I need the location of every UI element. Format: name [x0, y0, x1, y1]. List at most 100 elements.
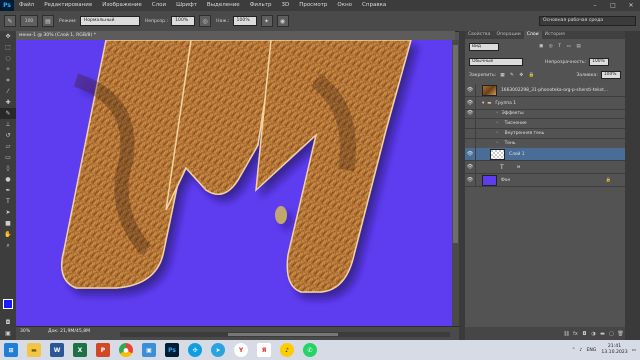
menu-help[interactable]: Справка [357, 0, 391, 11]
powerpoint-icon[interactable]: P [96, 343, 110, 357]
hand-tool-icon[interactable]: ✋ [0, 229, 16, 240]
excel-icon[interactable]: X [73, 343, 87, 357]
layer-row-fur-image[interactable]: 👁 1663002298_31-phonoteka-org-p-shersti-… [465, 84, 625, 97]
effect-eye-icon[interactable]: ◦ [496, 121, 499, 126]
effect-eye-icon[interactable]: ◦ [496, 131, 499, 136]
dodge-icon[interactable]: ● [0, 174, 16, 185]
clock[interactable]: 21:41 13.10.2023 [601, 344, 627, 356]
opacity-input[interactable]: 100% [171, 16, 196, 26]
minimize-icon[interactable]: – [586, 0, 604, 11]
crop-tool-icon[interactable]: ⌗ [0, 75, 16, 86]
maximize-icon[interactable]: □ [604, 0, 622, 11]
effect-name[interactable]: Эффекты [502, 111, 524, 116]
visibility-eye-icon[interactable]: 👁 [465, 148, 476, 160]
layer-row-layer1-selected[interactable]: 👁 Слой 1 [465, 148, 625, 161]
network-icon[interactable]: ✣ [188, 343, 202, 357]
history-brush-icon[interactable]: ↺ [0, 130, 16, 141]
effect-name[interactable]: Тиснение [505, 121, 527, 126]
filter-icons[interactable]: ▣ ◎ T ▭ ▤ [539, 44, 583, 49]
clone-stamp-icon[interactable]: ⊥ [0, 119, 16, 130]
lasso-tool-icon[interactable]: ◌ [0, 53, 16, 64]
quick-mask-icon[interactable]: ◘ [0, 317, 16, 328]
layer-opacity-input[interactable]: 100% [589, 58, 610, 66]
layer-name[interactable]: Группа 1 [495, 101, 516, 106]
gradient-icon[interactable]: ▭ [0, 152, 16, 163]
blend-mode-select[interactable]: Обычные [469, 58, 523, 66]
new-layer-icon[interactable]: ▢ [607, 329, 616, 338]
visibility-eye-icon[interactable]: 👁 [465, 108, 476, 118]
airbrush-icon[interactable]: ✦ [260, 15, 273, 27]
path-select-icon[interactable]: ➤ [0, 207, 16, 218]
language-indicator[interactable]: ENG [586, 348, 596, 353]
mode-select[interactable]: Нормальный [79, 16, 140, 26]
volume-icon[interactable]: ♪ [580, 348, 583, 353]
pressure-opacity-icon[interactable]: ◎ [199, 15, 212, 27]
lock-icons[interactable]: ▦ ✎ ✥ 🔒 [500, 73, 536, 78]
yandex-music-icon[interactable]: ♪ [280, 343, 294, 357]
effect-name[interactable]: Внутренняя тень [505, 131, 545, 136]
menu-select[interactable]: Выделение [202, 0, 245, 11]
notifications-icon[interactable]: ▭ [632, 348, 636, 353]
tab-properties[interactable]: Свойства [465, 31, 493, 39]
yandex-browser-icon[interactable]: Я [257, 343, 271, 357]
brush-size-picker[interactable]: 100 [20, 15, 38, 27]
healing-brush-icon[interactable]: ✚ [0, 97, 16, 108]
photoshop-icon[interactable]: Ps [165, 343, 179, 357]
marquee-tool-icon[interactable]: ⬚ [0, 42, 16, 53]
expand-arrow-icon[interactable]: ▾ [482, 101, 484, 106]
screen-mode-icon[interactable]: ▣ [0, 328, 16, 339]
link-icon[interactable]: ⛓ [562, 329, 571, 338]
layer-name[interactable]: м [517, 165, 520, 170]
horizontal-scroll-thumb[interactable] [228, 333, 338, 336]
menu-3d[interactable]: 3D [276, 0, 294, 11]
trash-icon[interactable]: 🗑 [616, 329, 625, 338]
visibility-eye-icon[interactable]: 👁 [465, 84, 476, 96]
menu-file[interactable]: Файл [14, 0, 39, 11]
chrome-icon[interactable]: ● [119, 343, 133, 357]
layer-name[interactable]: 1663002298_31-phonoteka-org-p-shersti-te… [501, 88, 608, 93]
telegram-icon[interactable]: ➤ [211, 343, 225, 357]
tab-history[interactable]: История [542, 31, 568, 39]
shape-tool-icon[interactable]: ■ [0, 218, 16, 229]
effects-eye-icon[interactable]: ◦ [496, 111, 499, 116]
visibility-eye-icon[interactable]: 👁 [465, 161, 476, 173]
document-tab[interactable]: мени-1 @ 30% (Слой 1, RGB/8) * [16, 31, 455, 40]
fx-icon[interactable]: fx [571, 329, 580, 338]
file-explorer-icon[interactable]: ▬ [27, 343, 41, 357]
vertical-scroll-thumb[interactable] [453, 45, 458, 243]
tray-arrow-icon[interactable]: ⌃ [572, 348, 576, 353]
brush-panel-icon[interactable]: ▤ [42, 15, 54, 27]
type-tool-icon[interactable]: T [0, 196, 16, 207]
mask-icon[interactable]: ◘ [580, 329, 589, 338]
new-group-icon[interactable]: ▬ [598, 329, 607, 338]
menu-view[interactable]: Просмотр [294, 0, 332, 11]
layer-name[interactable]: Слой 1 [509, 152, 525, 157]
fill-input[interactable]: 100% [600, 71, 621, 79]
menu-image[interactable]: Изображение [97, 0, 147, 11]
zoom-tool-icon[interactable]: ⌕ [0, 240, 16, 251]
flow-input[interactable]: 100% [232, 16, 257, 26]
quick-select-icon[interactable]: ✧ [0, 64, 16, 75]
pressure-size-icon[interactable]: ◉ [276, 15, 289, 27]
brush-tool-icon[interactable]: ✎ [0, 108, 16, 119]
foreground-color-swatch[interactable] [3, 299, 13, 309]
layer-filter-select[interactable]: Вид [469, 42, 499, 51]
layer-row-text[interactable]: 👁 T м [465, 161, 625, 174]
eyedropper-icon[interactable]: ⁄ [0, 86, 16, 97]
tab-actions[interactable]: Операции [493, 31, 523, 39]
document-canvas[interactable] [16, 40, 452, 326]
menu-filter[interactable]: Фильтр [245, 0, 277, 11]
menu-window[interactable]: Окно [332, 0, 357, 11]
effect-eye-icon[interactable]: ◦ [496, 141, 499, 146]
eraser-icon[interactable]: ▱ [0, 141, 16, 152]
word-icon[interactable]: W [50, 343, 64, 357]
close-icon[interactable]: ✕ [622, 0, 640, 11]
menu-layers[interactable]: Слои [147, 0, 171, 11]
whatsapp-icon[interactable]: ✆ [303, 343, 317, 357]
blur-icon[interactable]: ◊ [0, 163, 16, 174]
layer-name[interactable]: Фон [501, 178, 510, 183]
zoom-level[interactable]: 30% [20, 329, 30, 334]
workspace-select[interactable]: Основная рабочая среда [539, 16, 636, 26]
layer-row-background[interactable]: 👁 Фон 🔒 [465, 174, 625, 187]
menu-type[interactable]: Шрифт [171, 0, 202, 11]
